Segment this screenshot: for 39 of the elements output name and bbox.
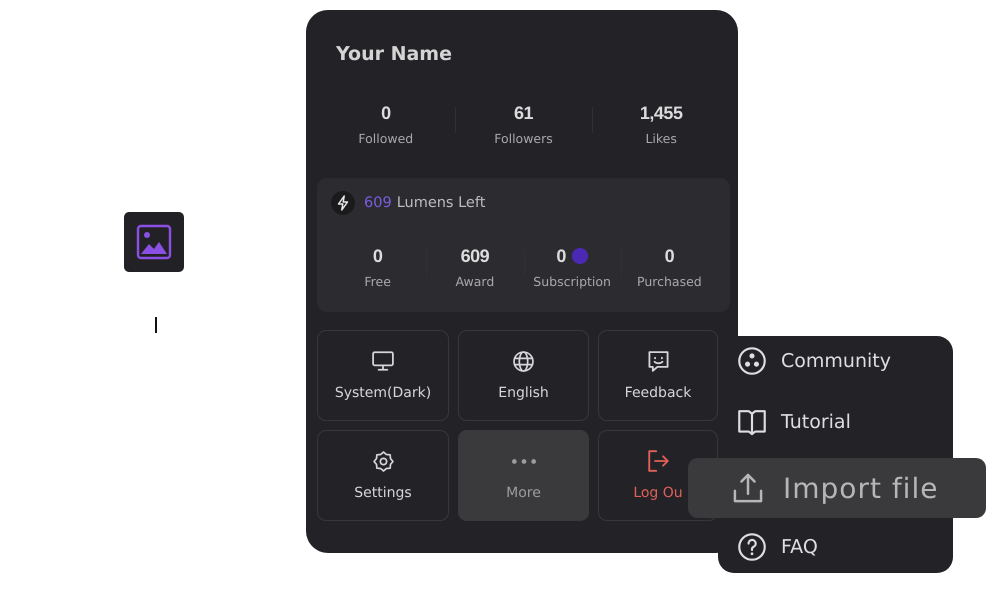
stat-value: 61 — [514, 102, 534, 125]
action-tile[interactable]: More — [458, 430, 589, 521]
ellipsis-icon — [512, 458, 536, 464]
book-icon — [738, 408, 766, 436]
lightning-icon — [331, 191, 355, 215]
stat-value: 0 — [381, 102, 391, 125]
gear-icon — [372, 450, 394, 472]
stat-value: 609 — [460, 245, 490, 268]
menu-item[interactable]: Community — [738, 336, 953, 386]
stat-label: Purchased — [637, 273, 702, 291]
menu-item[interactable]: Tutorial — [738, 397, 953, 447]
action-tile[interactable]: Settings — [317, 430, 449, 521]
globe-icon — [513, 350, 534, 372]
action-tile[interactable]: System(Dark) — [317, 330, 449, 421]
menu-item[interactable]: Import file — [688, 458, 986, 518]
text-cursor-icon — [155, 317, 157, 333]
user-name: Your Name — [336, 42, 452, 67]
stat-value: 0 — [664, 245, 674, 268]
chat-smile-icon — [648, 350, 668, 372]
monitor-icon — [372, 351, 394, 371]
logout-icon — [648, 450, 668, 472]
stat-label: Subscription — [533, 273, 611, 291]
question-circle-icon — [738, 533, 766, 561]
stat-label: Award — [455, 273, 494, 291]
stat-label: Followers — [494, 130, 553, 148]
lumens-count: 609 — [364, 195, 392, 211]
three-dots-circle-icon — [738, 347, 766, 375]
image-icon[interactable] — [124, 212, 184, 272]
action-tile[interactable]: English — [458, 330, 589, 421]
stat-label: Free — [364, 273, 391, 291]
stat-label: Followed — [358, 130, 414, 148]
stat-value: 0 — [372, 245, 382, 268]
stat-label: Likes — [645, 130, 677, 148]
stat-value: 0 — [556, 245, 566, 268]
action-tile[interactable]: Feedback — [598, 330, 718, 421]
lumens-label: Lumens Left — [396, 195, 486, 211]
menu-item[interactable]: FAQ — [738, 522, 953, 572]
stat-value: 1,455 — [640, 102, 682, 125]
upload-icon — [732, 472, 764, 504]
